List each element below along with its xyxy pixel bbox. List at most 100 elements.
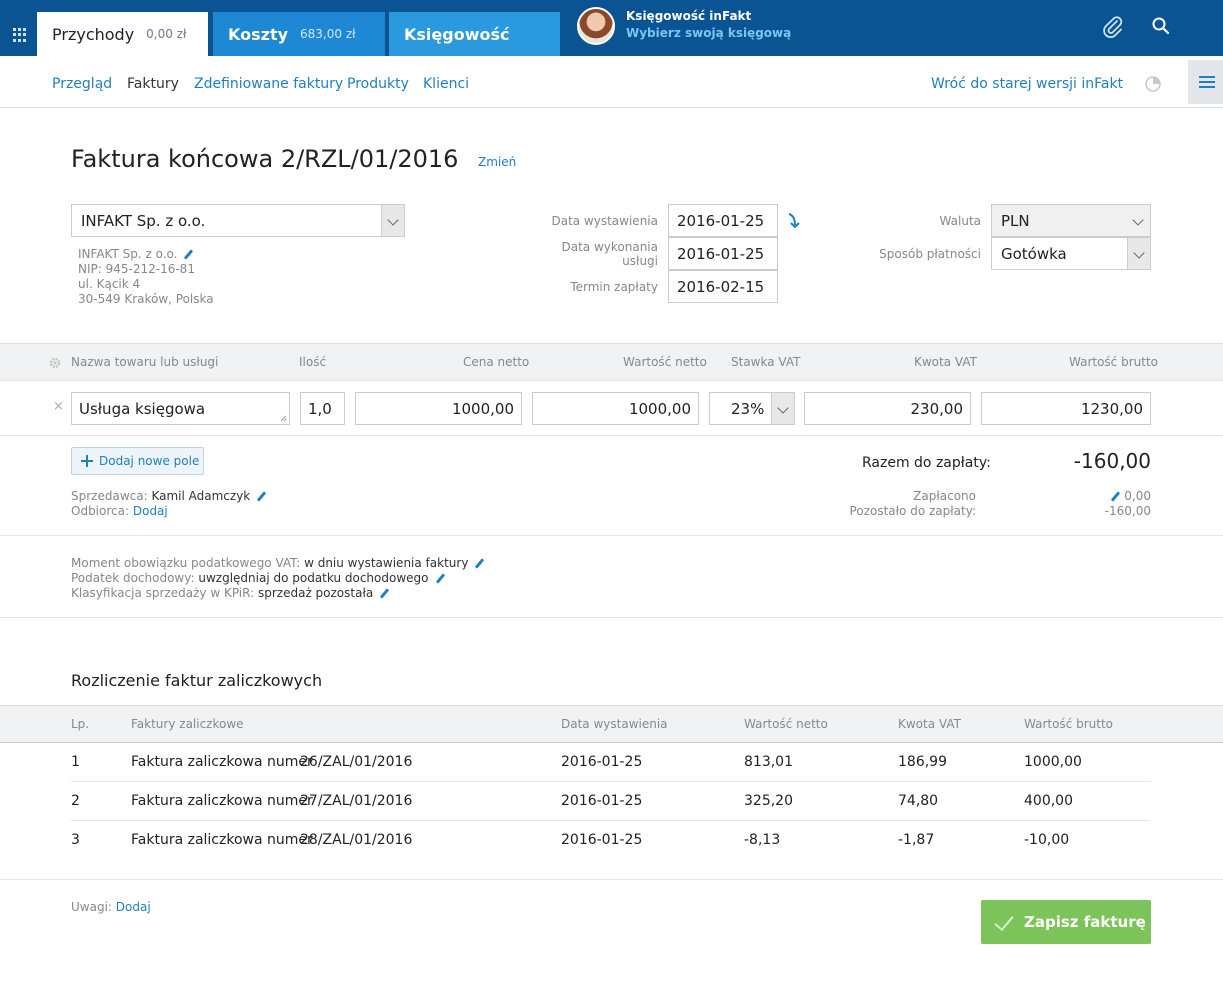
col-name: Nazwa towaru lub usługi xyxy=(71,355,219,369)
pencil-icon[interactable] xyxy=(379,589,389,599)
pencil-icon[interactable] xyxy=(256,492,266,502)
change-type-link[interactable]: Zmień xyxy=(478,155,516,169)
currency-select[interactable]: PLN xyxy=(991,204,1151,237)
item-price-input[interactable]: 1000,00 xyxy=(355,392,522,425)
notes-label: Uwagi: xyxy=(71,900,112,914)
check-icon xyxy=(994,910,1014,932)
paid-label: Zapłacono xyxy=(913,489,976,503)
apps-grid-icon[interactable] xyxy=(13,28,27,42)
issue-date-field[interactable]: 2016-01-25 xyxy=(668,204,778,237)
row-text: Faktura zaliczkowa numer xyxy=(131,754,313,770)
nav-faktury[interactable]: Faktury xyxy=(127,76,179,92)
tab-amount: 0,00 zł xyxy=(146,27,187,41)
income-tax-label: Podatek dochodowy: xyxy=(71,571,195,585)
advance-invoice-link[interactable]: 28/ZAL/01/2016 xyxy=(300,832,412,848)
search-icon[interactable] xyxy=(1151,16,1171,36)
old-version-link[interactable]: Wróć do starej wersji inFakt xyxy=(931,76,1123,92)
pencil-icon[interactable] xyxy=(435,574,445,584)
row-net: 813,01 xyxy=(744,754,793,770)
divider xyxy=(0,879,1223,880)
row-net: 325,20 xyxy=(744,793,793,809)
notes-add-link[interactable]: Dodaj xyxy=(116,900,151,914)
paid-amount: 0,00 xyxy=(1124,489,1151,503)
client-nip: NIP: 945-212-16-81 xyxy=(78,262,195,276)
pencil-icon[interactable] xyxy=(474,559,484,569)
service-date-field[interactable]: 2016-01-25 xyxy=(668,237,778,270)
kpir-label: Klasyfikacja sprzedaży w KPiR: xyxy=(71,586,255,600)
kpir-value: sprzedaż pozostała xyxy=(257,586,374,600)
pencil-icon[interactable] xyxy=(183,250,193,260)
adv-col-gross: Wartość brutto xyxy=(1024,717,1114,731)
client-select-value: INFAKT Sp. z o.o. xyxy=(81,212,206,230)
row-date: 2016-01-25 xyxy=(561,832,643,848)
adv-col-lp: Lp. xyxy=(71,717,90,731)
tab-przychody[interactable]: Przychody 0,00 zł xyxy=(37,12,208,56)
row-date: 2016-01-25 xyxy=(561,754,643,770)
tax-settings: Moment obowiązku podatkowego VAT: w dniu… xyxy=(71,556,484,601)
row-vat: 74,80 xyxy=(898,793,939,809)
add-field-label: Dodaj nowe pole xyxy=(99,454,200,468)
item-gross-value: 1230,00 xyxy=(1080,400,1143,418)
page-title: Faktura końcowa 2/RZL/01/2016 xyxy=(71,145,459,173)
item-name-input[interactable]: Usługa księgowa xyxy=(71,392,290,425)
currency-value: PLN xyxy=(1001,212,1030,230)
resize-handle-icon[interactable] xyxy=(280,415,287,422)
advance-invoice-link[interactable]: 27/ZAL/01/2016 xyxy=(300,793,412,809)
paperclip-icon[interactable] xyxy=(1101,15,1125,39)
payment-label: Sposób płatności xyxy=(879,247,981,261)
item-gross-input[interactable]: 1230,00 xyxy=(981,392,1151,425)
issue-date-label: Data wystawienia xyxy=(551,214,658,228)
client-select[interactable]: INFAKT Sp. z o.o. xyxy=(71,204,405,237)
pencil-icon[interactable] xyxy=(1110,492,1120,502)
tab-label: Koszty xyxy=(228,24,289,44)
save-invoice-label: Zapisz fakturę xyxy=(1024,913,1146,931)
due-date-field[interactable]: 2016-02-15 xyxy=(668,270,778,303)
add-field-button[interactable]: Dodaj nowe pole xyxy=(71,447,204,475)
advance-invoice-link[interactable]: 26/ZAL/01/2016 xyxy=(300,754,412,770)
payment-select[interactable]: Gotówka xyxy=(991,237,1151,270)
table-row: 1 Faktura zaliczkowa numer 26/ZAL/01/201… xyxy=(71,743,1151,782)
item-net-value: 1000,00 xyxy=(628,400,691,418)
choose-accountant-link[interactable]: Wybierz swoją księgową xyxy=(626,26,791,40)
table-row: 3 Faktura zaliczkowa numer 28/ZAL/01/201… xyxy=(71,821,1151,860)
tab-koszty[interactable]: Koszty 683,00 zł xyxy=(213,12,385,56)
nav-zdefiniowane-faktury[interactable]: Zdefiniowane faktury xyxy=(194,76,343,92)
item-qty-input[interactable]: 1,0 xyxy=(300,392,345,425)
col-gross: Wartość brutto xyxy=(1069,355,1159,369)
client-name: INFAKT Sp. z o.o. xyxy=(78,247,178,261)
swap-arrow-icon[interactable] xyxy=(786,212,802,230)
pie-chart-icon[interactable] xyxy=(1144,75,1162,93)
tab-ksiegowosc[interactable]: Księgowość xyxy=(389,12,560,56)
currency-label: Waluta xyxy=(939,214,981,228)
save-invoice-button[interactable]: Zapisz fakturę xyxy=(981,900,1151,944)
item-vat-input[interactable]: 230,00 xyxy=(804,392,971,425)
item-vat-rate-select[interactable]: 23% xyxy=(709,392,795,425)
client-street: ul. Kącik 4 xyxy=(78,277,141,291)
adv-col-date: Data wystawienia xyxy=(561,717,668,731)
avatar[interactable] xyxy=(577,7,615,45)
item-qty-value: 1,0 xyxy=(308,400,332,418)
issue-date-value: 2016-01-25 xyxy=(677,212,765,230)
row-lp: 2 xyxy=(71,793,80,809)
item-net-input[interactable]: 1000,00 xyxy=(532,392,699,425)
nav-przeglad[interactable]: Przegląd xyxy=(52,76,112,92)
row-gross: -10,00 xyxy=(1024,832,1070,848)
gear-icon[interactable] xyxy=(49,357,61,369)
nav-klienci[interactable]: Klienci xyxy=(423,76,469,92)
sub-navigation: Przegląd Faktury Zdefiniowane faktury Pr… xyxy=(0,56,1223,108)
hamburger-menu-icon[interactable] xyxy=(1188,60,1223,104)
service-date-label-line2: usługi xyxy=(622,254,658,268)
row-vat: 186,99 xyxy=(898,754,947,770)
service-date-value: 2016-01-25 xyxy=(677,245,765,263)
client-city: 30-549 Kraków, Polska xyxy=(78,292,214,306)
adv-col-invoices: Faktury zaliczkowe xyxy=(131,717,244,731)
col-vat: Kwota VAT xyxy=(914,355,977,369)
buyer-add-link[interactable]: Dodaj xyxy=(133,504,168,518)
income-tax-value: uwzględniaj do podatku dochodowego xyxy=(198,571,429,585)
due-date-label: Termin zapłaty xyxy=(570,280,658,294)
adv-col-vat: Kwota VAT xyxy=(898,717,961,731)
plus-icon xyxy=(81,455,93,467)
buyer-label: Odbiorca: xyxy=(71,504,130,518)
nav-produkty[interactable]: Produkty xyxy=(347,76,409,92)
close-icon[interactable]: × xyxy=(53,399,64,414)
